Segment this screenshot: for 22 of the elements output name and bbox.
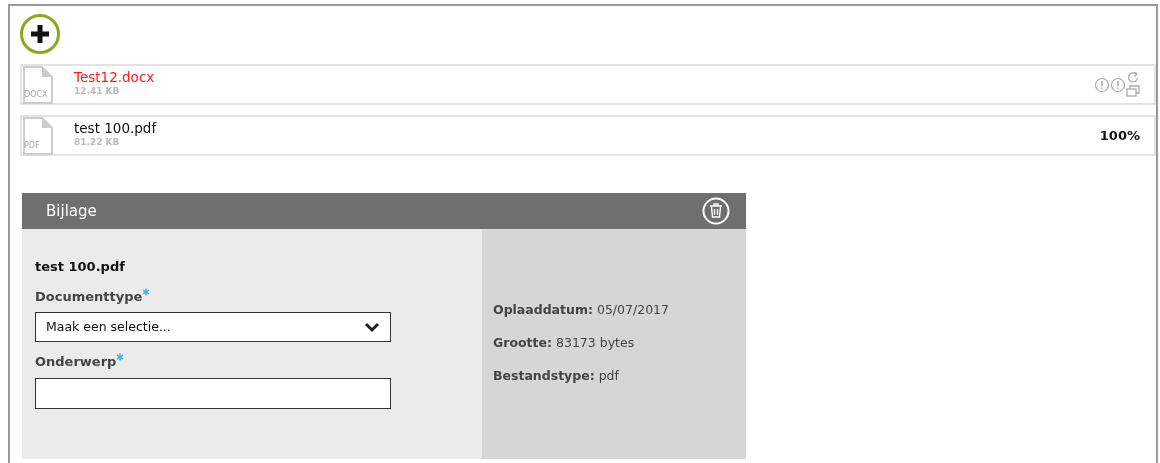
- file-type-label: PDF: [24, 139, 40, 152]
- document-icon: [22, 116, 54, 155]
- detail-text: Grootte: 83173 bytes: [493, 333, 636, 352]
- plus-icon: [28, 22, 52, 46]
- panel-title: Bijlage: [46, 200, 97, 222]
- file-size: 12.41 KB: [74, 85, 121, 99]
- detail-text: Bestandstype: pdf: [493, 366, 620, 385]
- chevron-down-icon: [364, 321, 380, 333]
- file-name: test 100.pdf: [74, 121, 158, 137]
- file-size: 81.22 KB: [74, 136, 121, 150]
- select-field[interactable]: Maak een selectie...: [35, 312, 391, 342]
- add-button[interactable]: [20, 14, 60, 54]
- detail-text: Oplaaddatum: 05/07/2017: [493, 301, 670, 319]
- delete-button[interactable]: [700, 197, 732, 225]
- document-icon: [22, 65, 54, 104]
- file-name: Test12.docx: [74, 70, 156, 86]
- trash-icon: [700, 197, 732, 225]
- text-field[interactable]: [35, 377, 391, 409]
- field-label: Documenttype: [35, 287, 143, 306]
- field-label: Onderwerp: [35, 353, 117, 371]
- file-type-label: DOCX: [24, 88, 48, 101]
- attachment-file-name: test 100.pdf: [35, 258, 126, 276]
